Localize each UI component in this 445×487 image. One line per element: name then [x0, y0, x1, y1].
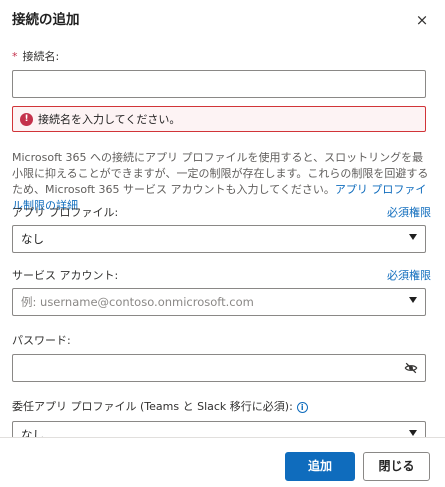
close-icon[interactable]: × [413, 11, 431, 29]
add-connection-dialog: 接続の追加 × * 接続名: ! 接続名を入力してください。 Microsoft … [0, 0, 445, 487]
info-icon[interactable]: i [296, 402, 308, 413]
delegated-profile-label: 委任アプリ プロファイル (Teams と Slack 移行に必須): i [12, 400, 308, 414]
delegated-profile-value: なし [21, 428, 44, 437]
error-message: 接続名を入力してください。 [38, 113, 181, 126]
chevron-down-icon [409, 430, 417, 436]
dialog-header: 接続の追加 × [12, 10, 433, 30]
required-marker: * [12, 50, 18, 63]
connection-name-label-text: 接続名: [22, 50, 60, 63]
delegated-profile-select[interactable]: なし [12, 421, 426, 437]
app-profile-required-permissions-link[interactable]: 必須権限 [387, 206, 431, 220]
chevron-down-icon [409, 297, 417, 303]
error-icon: ! [20, 113, 33, 126]
app-profile-value: なし [21, 232, 44, 246]
delegated-profile-label-text: 委任アプリ プロファイル (Teams と Slack 移行に必須): [12, 400, 293, 413]
password-label: パスワード: [12, 334, 71, 347]
eye-off-icon[interactable] [404, 361, 418, 375]
dialog-footer: 追加 閉じる [0, 437, 445, 487]
connection-name-label: * 接続名: [12, 50, 59, 64]
dialog-body[interactable]: * 接続名: ! 接続名を入力してください。 Microsoft 365 への接続… [0, 40, 445, 437]
connection-name-error: ! 接続名を入力してください。 [12, 106, 426, 132]
app-profile-label: アプリ プロファイル: [12, 206, 119, 219]
service-account-input[interactable]: 例: username@contoso.onmicrosoft.com [12, 288, 426, 316]
app-profile-info: Microsoft 365 への接続にアプリ プロファイルを使用すると、スロット… [12, 150, 430, 214]
add-button[interactable]: 追加 [285, 452, 355, 481]
service-account-required-permissions-link[interactable]: 必須権限 [387, 269, 431, 283]
password-input[interactable] [12, 354, 426, 382]
app-profile-select[interactable]: なし [12, 225, 426, 253]
connection-name-input[interactable] [12, 70, 426, 98]
dialog-title: 接続の追加 [12, 12, 80, 28]
chevron-down-icon [409, 234, 417, 240]
service-account-label: サービス アカウント: [12, 269, 119, 282]
service-account-placeholder: 例: username@contoso.onmicrosoft.com [21, 295, 254, 309]
close-button[interactable]: 閉じる [363, 452, 430, 481]
